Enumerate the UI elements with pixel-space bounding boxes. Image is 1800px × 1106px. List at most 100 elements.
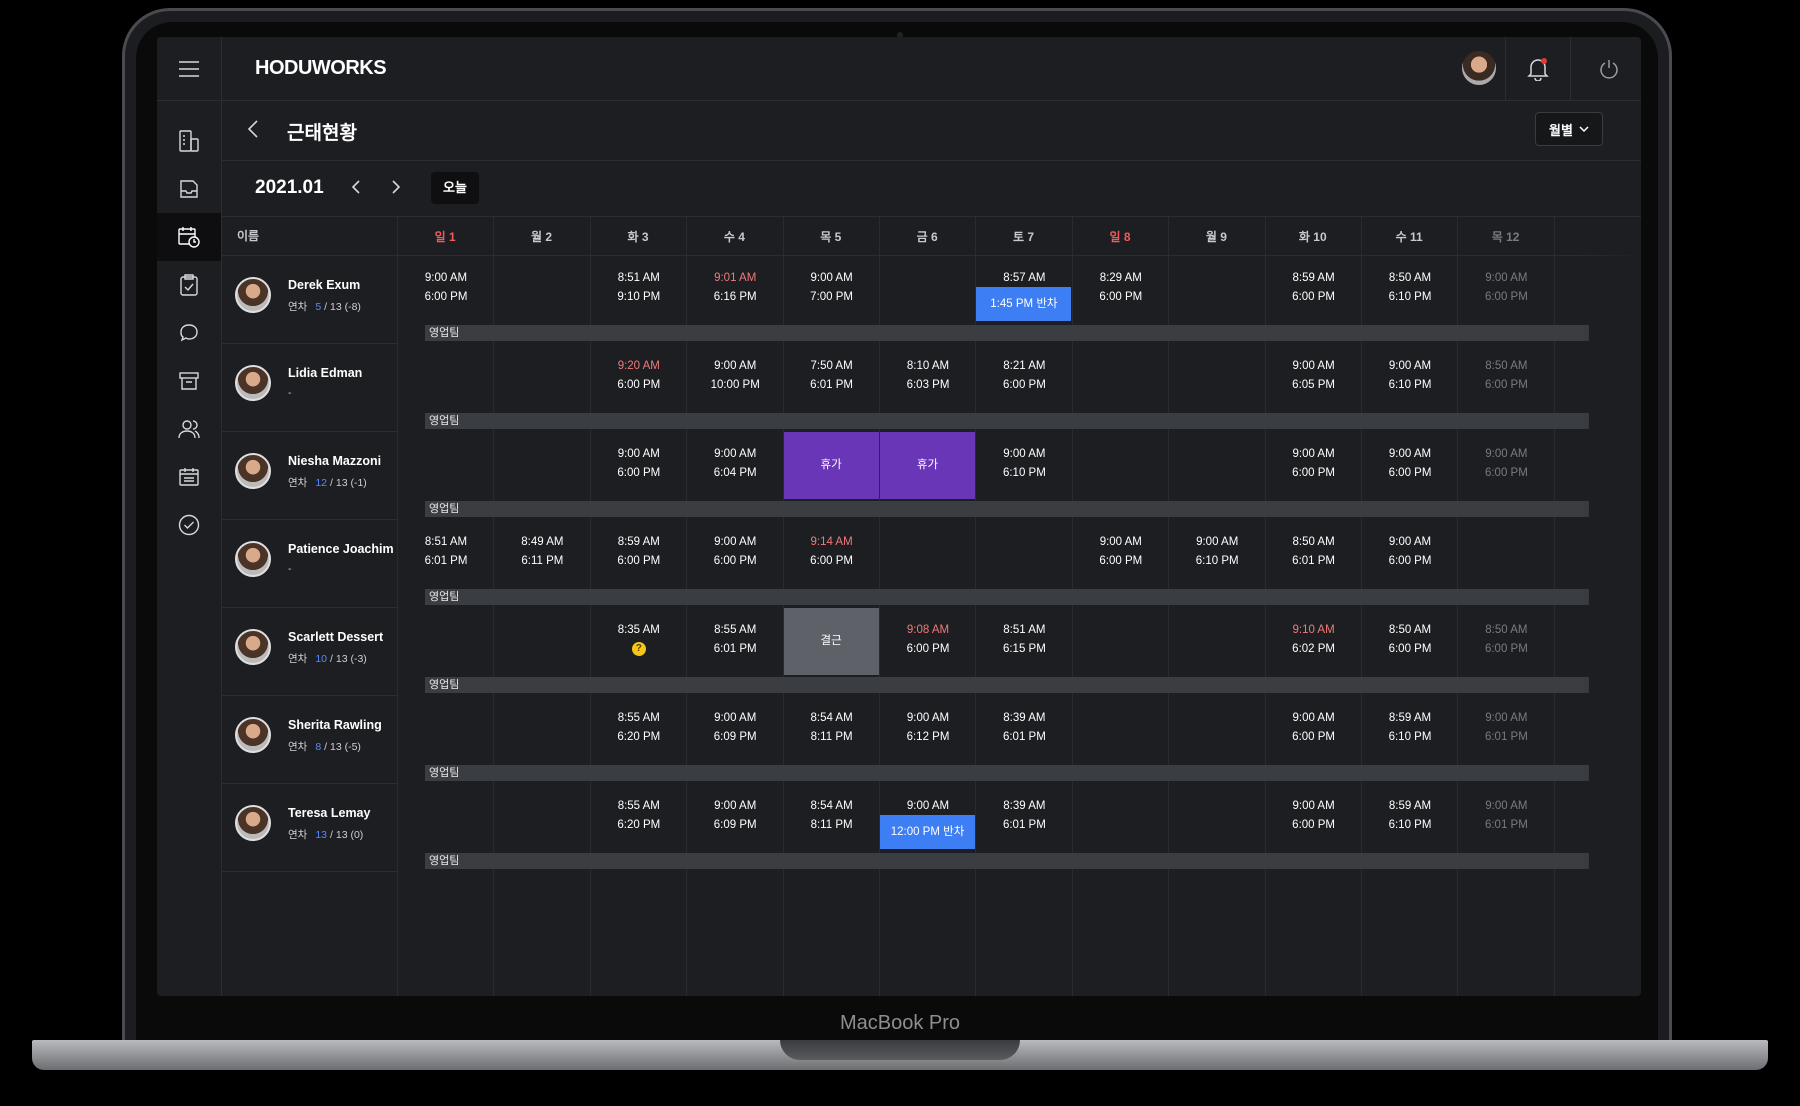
attendance-cell[interactable]: 9:08 AM 6:00 PM [880,621,976,659]
employee-name[interactable]: Derek Exum [288,278,360,292]
attendance-cell[interactable]: 9:00 AM 6:00 PM [687,533,783,571]
attendance-cell[interactable]: 8:55 AM 6:20 PM [591,709,687,747]
attendance-cell[interactable]: 8:50 AM 6:10 PM [1362,269,1458,307]
attendance-cell[interactable]: 8:59 AM 6:10 PM [1362,709,1458,747]
day-header: 목 12 [1491,229,1520,244]
attendance-cell[interactable]: 8:50 AM 6:00 PM [1458,621,1554,659]
sidebar-item-members[interactable] [157,405,221,453]
employee-name[interactable]: Teresa Lemay [288,806,370,820]
employee-name[interactable]: Patience Joachim [288,542,394,556]
attendance-cell[interactable]: 8:10 AM 6:03 PM [880,357,976,395]
attendance-cell[interactable]: 9:20 AM 6:00 PM [591,357,687,395]
attendance-cell[interactable]: 9:00 AM 6:00 PM [1073,533,1169,571]
leave-rest: - [288,387,292,399]
attendance-cell[interactable]: 9:00 AM 6:09 PM [687,797,783,835]
absent-block[interactable]: 결근 [783,608,879,675]
sidebar-item-check[interactable] [157,501,221,549]
attendance-cell[interactable]: 8:50 AM 6:00 PM [1362,621,1458,659]
user-avatar[interactable] [1462,51,1496,85]
attendance-cell[interactable]: 8:57 AM [976,269,1072,288]
leave-rest: / 13 (-5) [324,741,361,753]
attendance-cell[interactable]: 9:00 AM 6:00 PM [1458,445,1554,483]
attendance-cell[interactable]: 9:00 AM 6:00 PM [1266,445,1362,483]
attendance-cell[interactable]: 8:39 AM 6:01 PM [976,797,1072,835]
attendance-cell[interactable]: 9:00 AM 10:00 PM [687,357,783,395]
attendance-cell[interactable]: 8:35 AM? [591,621,687,659]
attendance-cell[interactable]: 9:00 AM 6:01 PM [1458,709,1554,747]
sidebar-item-approval[interactable] [157,261,221,309]
chevron-left-icon [247,120,258,138]
bell-icon [1527,58,1549,81]
team-bar: 영업팀 [425,677,1589,693]
attendance-cell[interactable]: 8:51 AM 6:15 PM [976,621,1072,659]
attendance-cell[interactable]: 9:00 AM 6:01 PM [1458,797,1554,835]
notification-button[interactable] [1505,37,1571,101]
app-logo[interactable]: HODUWORKS [255,57,387,80]
sidebar-item-building[interactable] [157,117,221,165]
check-out-time: 6:04 PM [713,467,757,479]
attendance-cell[interactable]: 9:00 AM 6:12 PM [880,709,976,747]
check-out-time: 6:05 PM [1292,379,1335,391]
employee-name[interactable]: Sherita Rawling [288,718,382,732]
check-out-time: 6:10 PM [1002,467,1046,479]
attendance-cell[interactable]: 9:00 AM 6:10 PM [976,445,1072,483]
attendance-cell[interactable]: 8:59 AM 6:10 PM [1362,797,1458,835]
half-day-badge[interactable]: 12:00 PM 반차 [880,815,975,849]
row-divider [221,871,397,872]
employee-name[interactable]: Scarlett Dessert [288,630,383,644]
day-header: 월 2 [531,229,553,244]
menu-button[interactable] [157,37,221,101]
attendance-cell[interactable]: 8:49 AM 6:11 PM [494,533,590,571]
attendance-cell[interactable]: 8:51 AM 9:10 PM [591,269,687,307]
attendance-cell[interactable]: 8:59 AM 6:00 PM [1266,269,1362,307]
attendance-cell[interactable]: 9:00 AM 7:00 PM [784,269,880,307]
attendance-cell[interactable]: 8:54 AM 8:11 PM [784,709,880,747]
check-in-time: 9:00 AM [1003,448,1046,460]
attendance-cell[interactable]: 7:50 AM 6:01 PM [784,357,880,395]
attendance-cell[interactable]: 8:39 AM 6:01 PM [976,709,1072,747]
attendance-cell[interactable]: 9:00 AM 6:00 PM [591,445,687,483]
attendance-cell[interactable]: 8:50 AM 6:00 PM [1458,357,1554,395]
attendance-cell[interactable]: 9:00 AM 6:00 PM [1362,445,1458,483]
attendance-cell[interactable]: 8:54 AM 8:11 PM [784,797,880,835]
sidebar-item-archive[interactable] [157,357,221,405]
attendance-cell[interactable]: 8:55 AM 6:01 PM [687,621,783,659]
employee-name[interactable]: Niesha Mazzoni [288,454,381,468]
attendance-cell[interactable]: 9:00 AM 6:10 PM [1362,357,1458,395]
employee-name[interactable]: Lidia Edman [288,366,362,380]
attendance-cell[interactable]: 9:00 AM 6:09 PM [687,709,783,747]
prev-month-button[interactable] [351,179,361,200]
attendance-cell[interactable]: 9:14 AM 6:00 PM [784,533,880,571]
attendance-cell[interactable]: 9:00 AM 6:00 PM [1458,269,1554,307]
next-month-button[interactable] [391,179,401,200]
attendance-cell[interactable]: 9:00 AM 6:00 PM [1266,709,1362,747]
sidebar-item-card[interactable] [157,453,221,501]
sidebar-item-chat[interactable] [157,309,221,357]
attendance-cell[interactable]: 9:00 AM 6:00 PM [1362,533,1458,571]
attendance-cell[interactable]: 9:10 AM 6:02 PM [1266,621,1362,659]
logout-button[interactable] [1577,37,1641,101]
half-day-badge[interactable]: 1:45 PM 반차 [976,287,1072,321]
warning-icon[interactable]: ? [631,641,646,656]
view-select[interactable]: 월별 [1535,112,1603,146]
attendance-cell[interactable]: 8:21 AM 6:00 PM [976,357,1072,395]
attendance-cell[interactable]: 9:00 AM 6:04 PM [687,445,783,483]
attendance-cell[interactable]: 9:01 AM 6:16 PM [687,269,783,307]
attendance-cell[interactable]: 9:00 AM 6:00 PM [398,269,494,307]
attendance-cell[interactable]: 8:29 AM 6:00 PM [1073,269,1169,307]
attendance-cell[interactable]: 9:00 AM 6:10 PM [1169,533,1265,571]
attendance-cell[interactable]: 8:55 AM 6:20 PM [591,797,687,835]
leave-block[interactable]: 휴가 [880,432,975,499]
attendance-cell[interactable]: 8:50 AM 6:01 PM [1266,533,1362,571]
back-button[interactable] [247,119,259,144]
sidebar-item-inbox[interactable] [157,165,221,213]
sidebar-item-attendance[interactable] [157,213,221,261]
attendance-cell[interactable]: 8:59 AM 6:00 PM [591,533,687,571]
today-button[interactable]: 오늘 [431,172,479,204]
attendance-cell[interactable]: 9:00 AM 6:05 PM [1266,357,1362,395]
leave-block[interactable]: 휴가 [783,432,879,499]
attendance-cell[interactable]: 9:00 AM [880,797,976,816]
attendance-cell[interactable]: 9:00 AM 6:00 PM [1266,797,1362,835]
attendance-cell[interactable]: 8:51 AM 6:01 PM [398,533,494,571]
check-in-time: 8:50 AM [1485,360,1528,372]
